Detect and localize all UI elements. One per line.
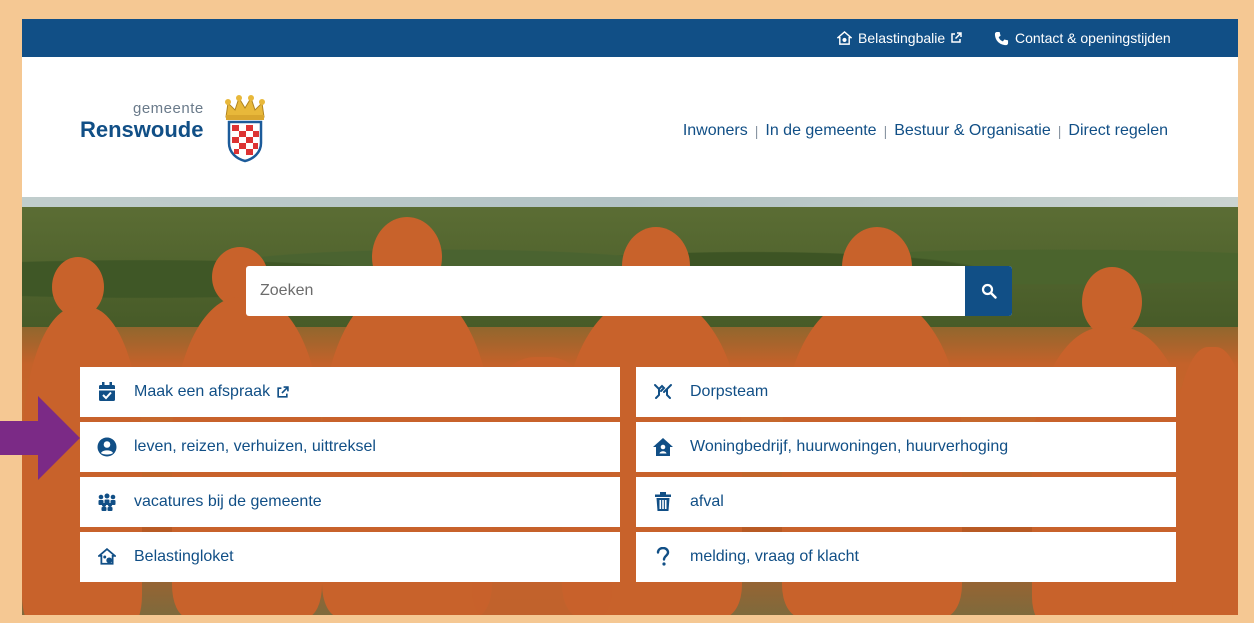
quicklink-label: Belastingloket [134,548,234,565]
hands-icon [654,384,672,399]
quicklink-label: Woningbedrijf, huurwoningen, huurverhogi… [690,438,1009,455]
calendar-check-icon [99,382,115,401]
quicklink-label: melding, vraag of klacht [690,548,859,565]
browser-page: Belastingbalie Contact & openingstijden … [22,19,1238,615]
external-link-icon [277,385,289,398]
question-icon [656,547,670,566]
quicklink-label: vacatures bij de gemeente [134,493,322,510]
quicklink-woningbedrijf[interactable]: Woningbedrijf, huurwoningen, huurverhogi… [636,422,1176,472]
site-header: gemeente Renswoude Inwoners | In de geme… [22,57,1238,197]
quicklink-label: Maak een afspraak [134,383,271,400]
nav-direct-regelen[interactable]: Direct regelen [1068,122,1168,140]
crest-icon [225,95,265,163]
external-link-icon [951,32,962,43]
pointer-arrow-icon [0,396,80,480]
quicklink-vacatures[interactable]: vacatures bij de gemeente [80,477,620,527]
quicklink-afspraak[interactable]: Maak een afspraak [80,367,620,417]
logo-big-text: Renswoude [80,117,204,142]
house-tax-icon [837,30,852,45]
search-icon [981,283,997,299]
quicklink-label: leven, reizen, verhuizen, uittreksel [134,438,376,455]
quicklink-melding[interactable]: melding, vraag of klacht [636,532,1176,582]
quicklink-label: Dorpsteam [690,383,769,400]
nav-separator: | [883,123,888,139]
nav-in-de-gemeente[interactable]: In de gemeente [765,122,876,140]
top-bar: Belastingbalie Contact & openingstijden [22,19,1238,57]
quicklink-belastingloket[interactable]: Belastingloket [80,532,620,582]
nav-inwoners[interactable]: Inwoners [683,122,748,140]
belastingbalie-label: Belastingbalie [858,30,946,46]
contact-link[interactable]: Contact & openingstijden [994,30,1171,46]
search-bar [246,266,1012,316]
user-circle-icon [97,437,117,457]
contact-label: Contact & openingstijden [1015,30,1171,46]
silhouette [1172,347,1238,615]
belastingbalie-link[interactable]: Belastingbalie [837,30,962,46]
hero-banner: Maak een afspraak leven, reizen, verhuiz… [22,197,1238,615]
logo-small-text: gemeente [133,100,204,117]
house-tax-icon [98,548,116,565]
quicklink-leven-reizen[interactable]: leven, reizen, verhuizen, uittreksel [80,422,620,472]
nav-separator: | [1057,123,1062,139]
search-input[interactable] [246,266,965,316]
search-button[interactable] [965,266,1012,316]
trash-icon [655,492,671,511]
quicklink-dorpsteam[interactable]: Dorpsteam [636,367,1176,417]
quicklink-label: afval [690,493,724,510]
people-group-icon [98,493,116,511]
nav-bestuur-organisatie[interactable]: Bestuur & Organisatie [894,122,1051,140]
quicklink-afval[interactable]: afval [636,477,1176,527]
main-nav: Inwoners | In de gemeente | Bestuur & Or… [683,122,1168,140]
house-person-icon [653,438,673,456]
phone-icon [994,31,1009,45]
nav-separator: | [754,123,759,139]
